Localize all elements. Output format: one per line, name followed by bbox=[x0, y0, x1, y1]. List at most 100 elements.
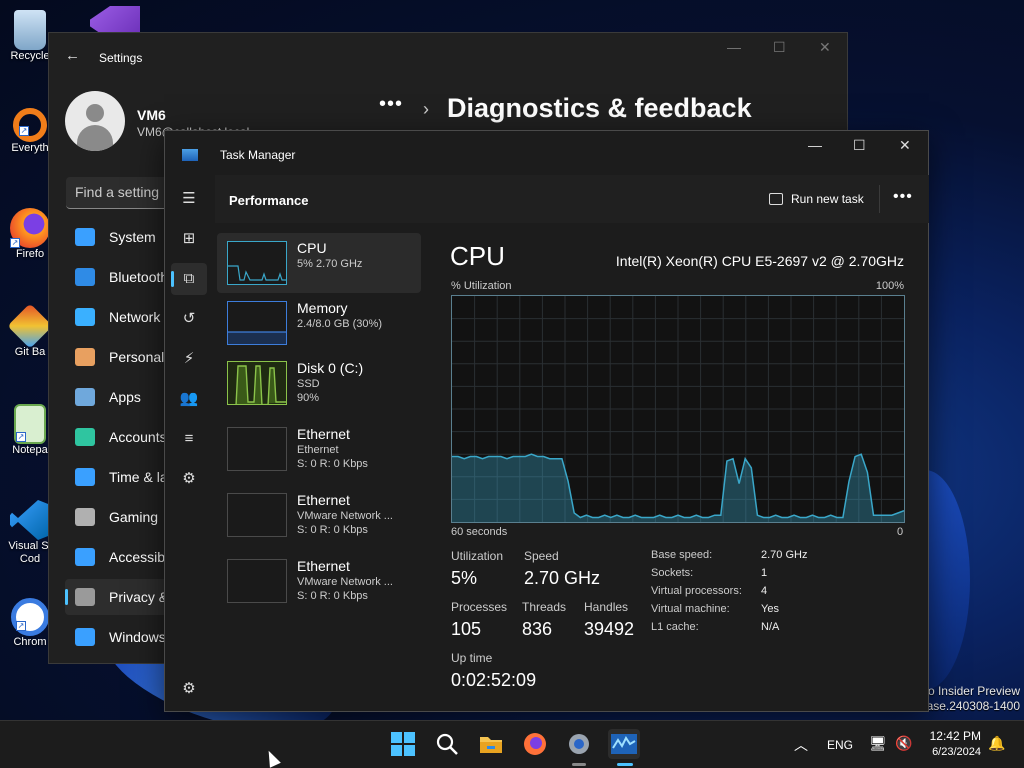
file-explorer-icon[interactable] bbox=[478, 731, 506, 759]
cpu-heading: CPU bbox=[450, 241, 505, 271]
language-indicator[interactable]: ENG bbox=[827, 738, 853, 752]
brush-icon bbox=[75, 348, 95, 366]
resource-name: Ethernet bbox=[297, 426, 350, 442]
windows-start-icon[interactable] bbox=[390, 731, 418, 759]
running-indicator bbox=[572, 763, 586, 766]
run-new-task-button[interactable]: Run new task bbox=[765, 187, 870, 213]
settings-nav-label: Accounts bbox=[109, 429, 167, 445]
minimize-button[interactable]: — bbox=[727, 39, 741, 55]
resource-detail: SSD bbox=[297, 378, 320, 390]
spec-key: Base speed: bbox=[651, 549, 713, 561]
task-manager-logo-icon bbox=[182, 149, 198, 161]
spec-key: Virtual machine: bbox=[651, 603, 730, 615]
uptime-label: Up time bbox=[451, 651, 493, 665]
resource-name: Disk 0 (C:) bbox=[297, 360, 364, 376]
maximize-button[interactable]: ☐ bbox=[773, 39, 786, 56]
utilization-label: Utilization bbox=[451, 549, 504, 563]
search-icon[interactable] bbox=[434, 731, 462, 759]
minimize-button[interactable]: — bbox=[808, 137, 822, 153]
avatar-body bbox=[77, 125, 113, 151]
time-icon bbox=[75, 468, 95, 486]
users-icon[interactable]: 👥 bbox=[171, 383, 207, 415]
watermark-line: ro Insider Preview bbox=[923, 684, 1020, 698]
user-avatar[interactable] bbox=[65, 91, 125, 151]
volume-muted-icon[interactable]: 🔇 bbox=[895, 735, 912, 752]
back-arrow-icon[interactable]: ← bbox=[65, 47, 80, 64]
spec-value: 2.70 GHz bbox=[761, 549, 808, 561]
resource-item[interactable]: Ethernet Ethernet S: 0 R: 0 Kbps bbox=[217, 419, 421, 479]
resource-item[interactable]: Ethernet VMware Network ... S: 0 R: 0 Kbps bbox=[217, 551, 421, 611]
performance-header: Performance Run new task ••• bbox=[215, 175, 929, 223]
settings-gear-icon[interactable]: ⚙ bbox=[171, 673, 207, 705]
resource-name: Memory bbox=[297, 300, 348, 316]
close-button[interactable]: ✕ bbox=[899, 137, 911, 154]
settings-title: Settings bbox=[99, 51, 143, 65]
more-options-button[interactable]: ••• bbox=[893, 188, 913, 206]
vscode-icon bbox=[10, 500, 50, 540]
watermark-line: ease.240308-1400 bbox=[919, 699, 1020, 713]
resource-thumbnail bbox=[227, 493, 287, 537]
resource-detail: 90% bbox=[297, 392, 320, 404]
update-icon bbox=[75, 628, 95, 646]
task-manager-icon[interactable] bbox=[608, 729, 640, 759]
clock-date[interactable]: 6/23/2024 bbox=[925, 746, 981, 758]
resource-detail: VMware Network ... bbox=[297, 576, 393, 588]
app-history-icon[interactable]: ↺ bbox=[171, 303, 207, 335]
resource-item[interactable]: Ethernet VMware Network ... S: 0 R: 0 Kbps bbox=[217, 485, 421, 545]
firefox-icon[interactable] bbox=[522, 731, 550, 759]
git-bash-icon bbox=[7, 303, 53, 349]
resource-detail: 5% 2.70 GHz bbox=[297, 258, 363, 270]
resource-thumbnail bbox=[227, 427, 287, 471]
processes-value: 105 bbox=[451, 619, 482, 639]
resource-item[interactable]: Memory 2.4/8.0 GB (30%) bbox=[217, 293, 421, 353]
show-hidden-icons-chevron-icon[interactable]: ︿ bbox=[794, 735, 808, 755]
bluetooth-icon bbox=[75, 268, 95, 286]
resource-name: Ethernet bbox=[297, 558, 350, 574]
settings-nav-label: System bbox=[109, 229, 156, 245]
gaming-icon bbox=[75, 508, 95, 526]
settings-nav-label: Gaming bbox=[109, 509, 159, 525]
settings-glyph bbox=[569, 734, 589, 754]
wifi-icon bbox=[75, 308, 95, 326]
spec-key: L1 cache: bbox=[651, 621, 699, 633]
notepad-icon: ↗ bbox=[14, 404, 46, 444]
resource-item[interactable]: CPU 5% 2.70 GHz bbox=[217, 233, 421, 293]
threads-value: 836 bbox=[522, 619, 553, 639]
everything-search-icon: ↗ bbox=[13, 108, 47, 142]
os-build-watermark: ro Insider Preview ease.240308-1400 bbox=[920, 684, 1020, 714]
resource-item[interactable]: Disk 0 (C:) SSD 90% bbox=[217, 353, 421, 413]
resource-thumbnail bbox=[227, 559, 287, 603]
chrome-icon: ↗ bbox=[11, 598, 49, 636]
spec-key: Sockets: bbox=[651, 567, 694, 579]
handles-label: Handles bbox=[584, 600, 629, 614]
settings-nav-label: Apps bbox=[109, 389, 141, 405]
resource-thumbnail bbox=[227, 301, 287, 345]
resource-thumbnail bbox=[227, 241, 287, 285]
services-icon[interactable]: ⚙ bbox=[171, 463, 207, 495]
utilization-value: 5% bbox=[451, 568, 478, 588]
resource-detail: S: 0 R: 0 Kbps bbox=[297, 590, 368, 602]
folder-glyph bbox=[480, 737, 502, 753]
hamburger-menu-icon[interactable]: ☰ bbox=[171, 183, 207, 215]
performance-icon[interactable]: ⧉ bbox=[171, 263, 207, 295]
processes-icon[interactable]: ⊞ bbox=[171, 223, 207, 255]
maximize-button[interactable]: ☐ bbox=[853, 137, 866, 154]
clock-time[interactable]: 12:42 PM bbox=[925, 729, 981, 743]
cpu-model: Intel(R) Xeon(R) CPU E5-2697 v2 @ 2.70GH… bbox=[615, 253, 904, 269]
settings-icon[interactable] bbox=[566, 731, 594, 759]
breadcrumb-more-button[interactable]: ••• bbox=[379, 93, 403, 116]
shield-icon bbox=[75, 588, 95, 606]
accessibility-icon bbox=[75, 548, 95, 566]
notification-bell-icon[interactable]: 🔔 bbox=[988, 735, 1005, 752]
spec-key: Virtual processors: bbox=[651, 585, 742, 597]
details-icon[interactable]: ≡ bbox=[171, 423, 207, 455]
network-icon[interactable]: 🖥 bbox=[869, 735, 887, 752]
task-manager-window: Task Manager — ☐ ✕ ☰ ⊞ ⧉ ↺ ⚡ 👥 ≡ ⚙ ⚙ Per… bbox=[164, 130, 929, 712]
recycle-bin-icon bbox=[14, 10, 46, 50]
active-indicator bbox=[617, 763, 633, 766]
spec-value: 4 bbox=[761, 585, 768, 597]
resource-detail: S: 0 R: 0 Kbps bbox=[297, 458, 368, 470]
avatar-head bbox=[86, 104, 104, 122]
close-button[interactable]: ✕ bbox=[819, 39, 831, 56]
startup-apps-icon[interactable]: ⚡ bbox=[171, 343, 207, 375]
